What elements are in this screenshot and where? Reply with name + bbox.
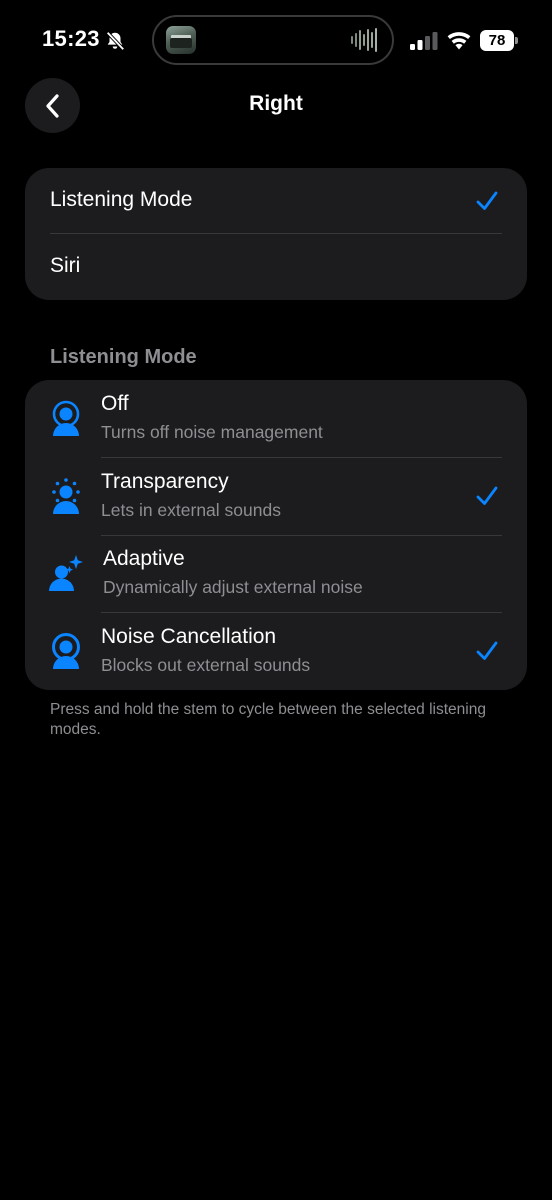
- now-playing-artwork: [166, 26, 196, 54]
- listening-mode-footer: Press and hold the stem to cycle between…: [50, 701, 486, 738]
- battery-tip: [515, 37, 518, 44]
- press-action-list: Listening Mode Siri: [25, 168, 527, 300]
- listening-mode-list: Off Turns off noise management Transpare…: [25, 380, 527, 690]
- checkmark-icon: [476, 641, 498, 660]
- mode-row-transparency[interactable]: Transparency Lets in external sounds: [25, 458, 527, 536]
- page-title: Right: [249, 92, 303, 115]
- mode-row-adaptive[interactable]: Adaptive Dynamically adjust external noi…: [25, 535, 527, 613]
- checkmark-icon: [476, 486, 498, 505]
- wifi-icon: [447, 32, 471, 50]
- mode-subtitle: Lets in external sounds: [101, 499, 281, 520]
- dynamic-island[interactable]: [152, 15, 394, 65]
- option-siri[interactable]: Siri: [25, 234, 527, 300]
- person-transparency-icon: [52, 477, 80, 514]
- mode-title: Transparency: [101, 469, 229, 493]
- mode-subtitle: Blocks out external sounds: [101, 654, 311, 675]
- signal-icon: [410, 32, 438, 50]
- status-time: 15:23: [42, 26, 100, 51]
- mode-subtitle: Dynamically adjust external noise: [103, 577, 363, 597]
- battery-icon: 78: [480, 30, 518, 51]
- mode-title: Adaptive: [103, 547, 185, 570]
- option-listening-mode[interactable]: Listening Mode: [25, 168, 527, 234]
- bell-slash-icon: [106, 31, 125, 51]
- person-off-icon: [52, 400, 80, 436]
- checkmark-icon: [476, 191, 498, 210]
- mode-title: Off: [101, 392, 129, 415]
- option-label: Listening Mode: [50, 188, 193, 211]
- person-adaptive-icon: [49, 555, 83, 591]
- option-label: Siri: [50, 254, 81, 277]
- mode-title: Noise Cancellation: [101, 624, 277, 648]
- mode-row-noise-cancellation[interactable]: Noise Cancellation Blocks out external s…: [25, 613, 527, 691]
- status-bar: 15:23 78: [0, 0, 552, 82]
- section-header-listening-mode: Listening Mode: [50, 346, 197, 368]
- mode-subtitle: Turns off noise management: [101, 422, 323, 442]
- battery-level: 78: [480, 30, 514, 51]
- waveform-icon: [351, 28, 377, 52]
- person-noise-cancellation-icon: [52, 632, 80, 669]
- mode-row-off[interactable]: Off Turns off noise management: [25, 380, 527, 458]
